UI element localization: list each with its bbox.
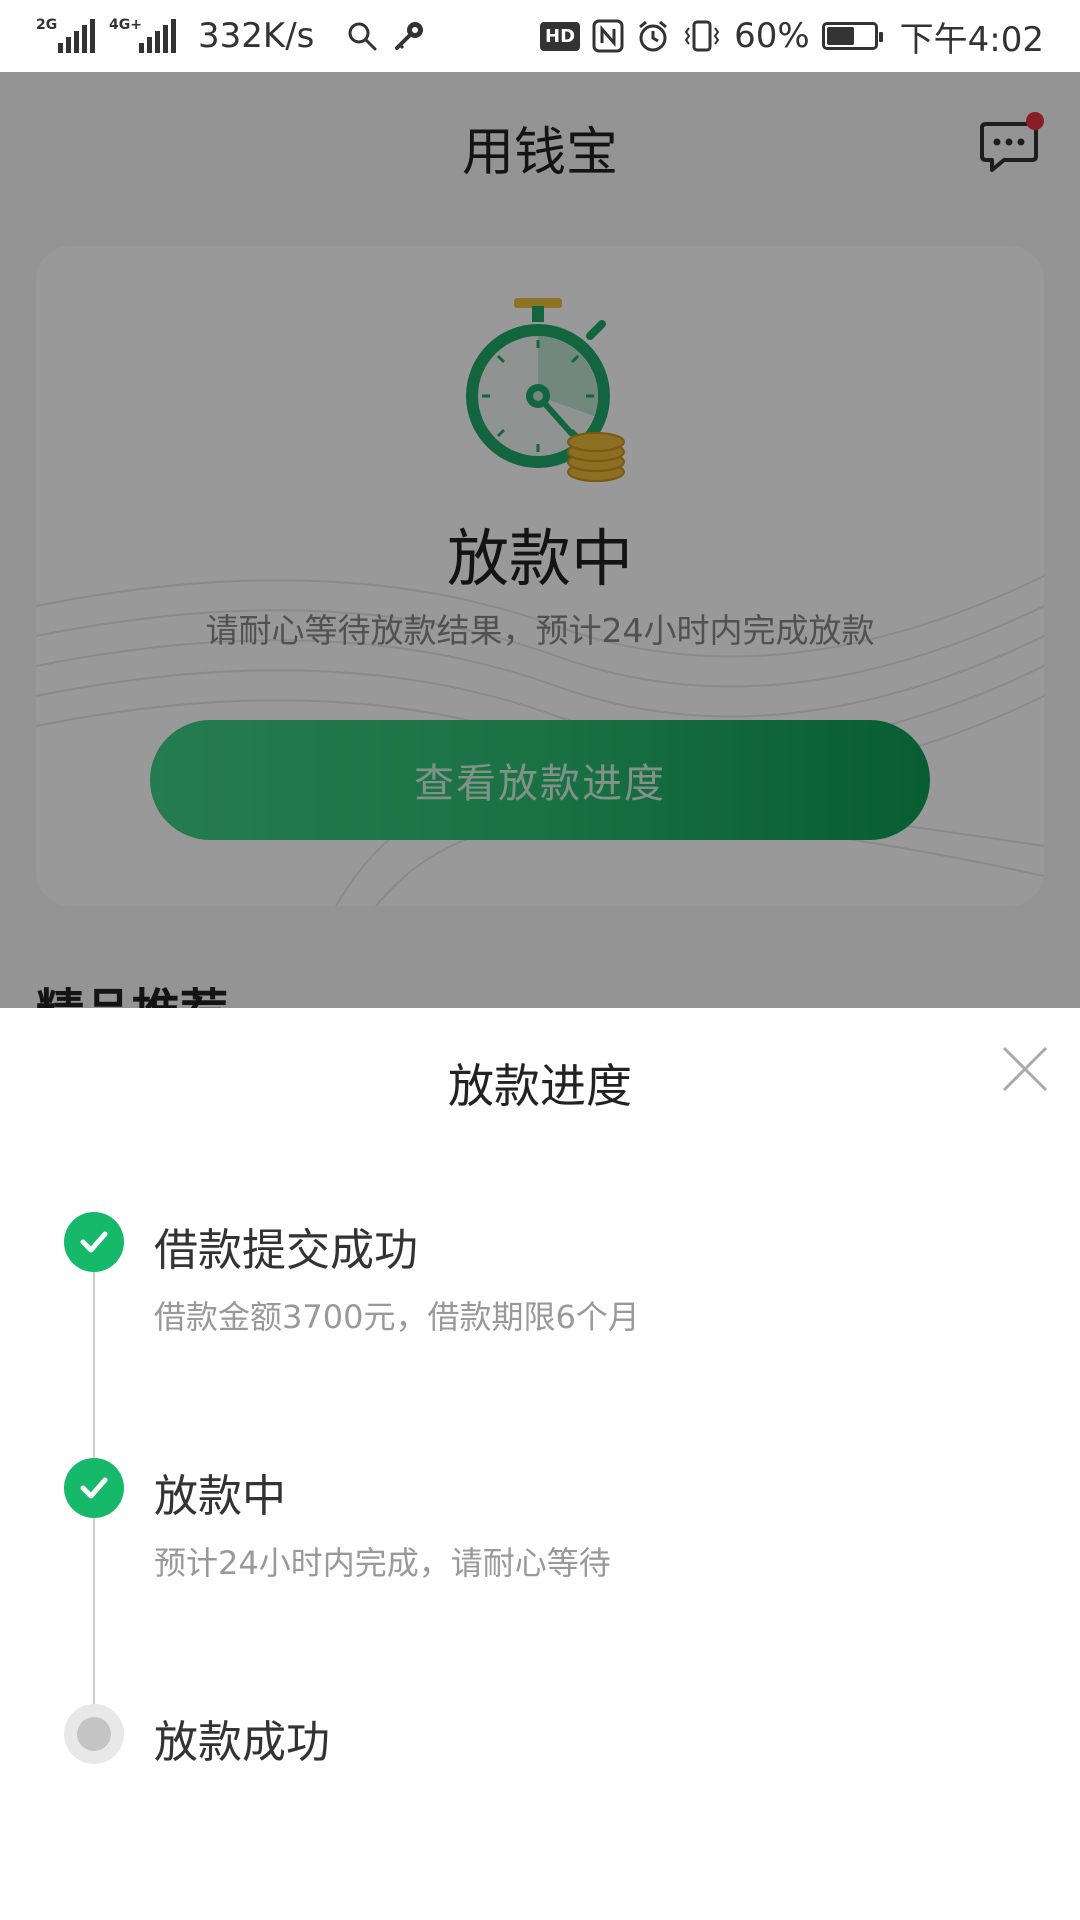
step-label: 放款中 xyxy=(154,1471,286,1522)
battery-fill xyxy=(826,27,855,45)
clock: 下午4:02 xyxy=(899,19,1044,60)
signal-sim2-icon: 4G+ xyxy=(109,17,176,53)
sheet-title: 放款进度 xyxy=(448,1059,632,1113)
nfc-icon xyxy=(592,19,624,53)
step-label: 放款成功 xyxy=(154,1717,330,1768)
step-done-indicator xyxy=(64,1212,124,1272)
search-icon xyxy=(348,22,377,51)
signal-sim1-icon: 2G xyxy=(36,17,95,53)
loan-progress-sheet: 放款进度 借款提交成功 借款金额3700元，借款期限6个月 放款中 预计24小时… xyxy=(0,1008,1080,1920)
alarm-icon xyxy=(639,20,668,52)
key-icon xyxy=(395,22,424,50)
network-speed: 332K/s xyxy=(198,16,315,56)
step-description: 预计24小时内完成，请耐心等待 xyxy=(154,1544,611,1582)
hd-badge: HD xyxy=(540,21,581,51)
step-pending-indicator xyxy=(64,1704,124,1764)
step-description: 借款金额3700元，借款期限6个月 xyxy=(154,1298,640,1336)
check-icon xyxy=(80,1231,108,1253)
step-label: 借款提交成功 xyxy=(154,1225,418,1276)
sim2-network-type: 4G+ xyxy=(109,17,142,33)
step-done-indicator xyxy=(64,1458,124,1518)
status-bar: 2G 4G+ 332K/s HD 60% 下午4:02 xyxy=(0,0,1080,72)
close-button[interactable] xyxy=(1000,1044,1050,1094)
battery-icon xyxy=(821,22,883,50)
check-icon xyxy=(80,1477,108,1499)
modal-overlay[interactable] xyxy=(0,72,1080,1008)
battery-percent: 60% xyxy=(734,16,810,56)
sim1-network-type: 2G xyxy=(36,17,58,33)
vibrate-icon xyxy=(684,20,720,52)
close-icon xyxy=(1002,1046,1048,1092)
